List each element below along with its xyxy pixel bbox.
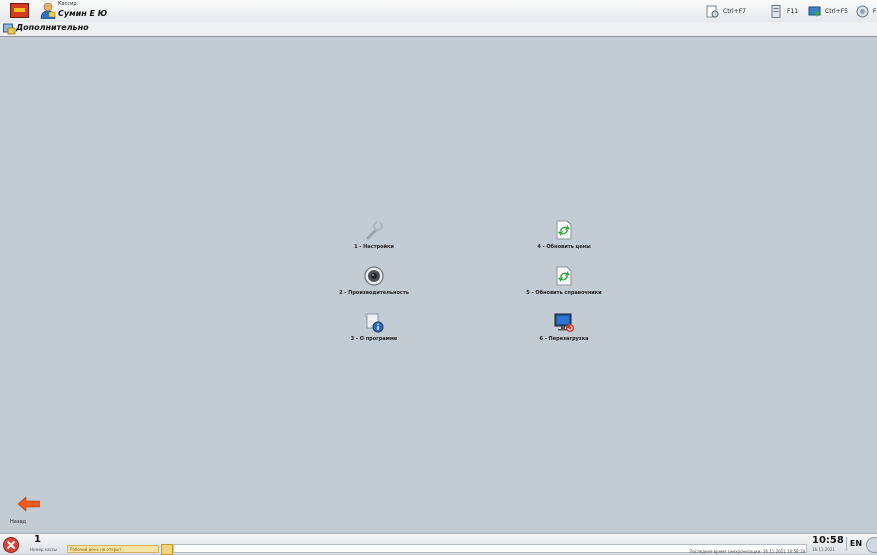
speaker-icon (364, 266, 384, 286)
clock-date: 16.11.2021 (812, 547, 835, 552)
menu-item-update-prices-label: 4 - Обновить цены (537, 244, 591, 250)
document-icon (771, 4, 781, 18)
refresh-icon (556, 220, 572, 240)
menu-item-about[interactable]: 3 - О программе (294, 311, 454, 342)
refresh-icon (556, 266, 572, 286)
back-arrow-icon (18, 497, 40, 511)
hotkey-support-label: F (873, 7, 877, 15)
clock-time: 10:58 (812, 535, 844, 546)
hotkey-support[interactable]: F (856, 3, 876, 19)
tray-icon[interactable] (866, 537, 877, 553)
info-icon (364, 313, 384, 333)
menu-item-settings-label: 1 - Настройки (354, 244, 394, 250)
section-header: Дополнительно (0, 22, 877, 37)
hotkey-transfer[interactable]: Ctrl+F5 (808, 3, 848, 19)
wrench-icon (366, 220, 384, 240)
close-icon[interactable] (3, 537, 19, 553)
sync-time-text: Последнее время синхронизации: 16.11.202… (689, 549, 805, 554)
cashier-label: Кассир: (58, 1, 79, 7)
monitor-restart-icon (554, 313, 574, 332)
menu-item-update-references-label: 5 - Обновить справочники (526, 290, 602, 296)
status-bar: 1 Номер кассы Рабочий день не открыт Пос… (0, 533, 877, 555)
app-logo[interactable] (10, 3, 29, 18)
menu-item-restart-label: 6 - Перезагрузка (539, 336, 589, 342)
hotkey-document-label: F11 (787, 7, 799, 15)
hotkey-document[interactable]: F11 (770, 3, 798, 19)
register-number: 1 (34, 534, 41, 545)
report-icon (706, 5, 719, 17)
transfer-icon (808, 6, 821, 17)
cashier-user-icon (40, 2, 56, 19)
hotkey-report[interactable]: Ctrl+F7 (706, 3, 746, 19)
language-indicator[interactable]: EN (846, 537, 865, 551)
menu-item-update-prices[interactable]: 4 - Обновить цены (484, 219, 644, 250)
menu-item-about-label: 3 - О программе (350, 336, 398, 342)
menu-item-update-references[interactable]: 5 - Обновить справочники (484, 265, 644, 296)
clock: 10:58 16.11.2021 (810, 535, 844, 553)
menu-item-performance[interactable]: 2 - Производительность (294, 265, 454, 296)
section-title: Дополнительно (16, 23, 89, 32)
support-icon (856, 5, 869, 17)
day-status-badge: Рабочий день не открыт (67, 545, 159, 553)
shift-icon[interactable] (161, 544, 173, 555)
back-label: Назад (10, 519, 27, 525)
top-bar: Кассир: Сумин Е Ю Ctrl+F7 F11 Ctrl+F5 F (0, 0, 877, 23)
cashier-name: Сумин Е Ю (58, 9, 108, 18)
register-label: Номер кассы (30, 547, 58, 552)
menu-item-performance-label: 2 - Производительность (339, 290, 409, 296)
hotkey-report-label: Ctrl+F7 (723, 7, 746, 15)
menu-item-restart[interactable]: 6 - Перезагрузка (484, 311, 644, 342)
hotkey-transfer-label: Ctrl+F5 (825, 7, 848, 15)
section-settings-icon (3, 23, 16, 35)
menu-item-settings[interactable]: 1 - Настройки (294, 219, 454, 250)
